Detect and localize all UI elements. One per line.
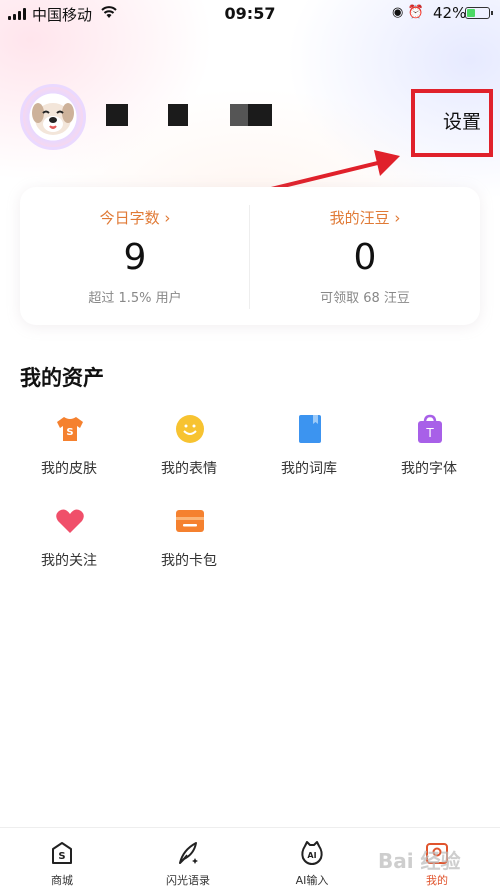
asset-emoji[interactable]: 我的表情 [139,414,239,494]
settings-label: 设置 [443,111,482,133]
smile-icon [176,415,204,443]
asset-follow[interactable]: 我的关注 [19,506,119,586]
beans-value: 0 [353,237,377,278]
battery-percent: 42% [433,4,467,22]
asset-lexicon[interactable]: 我的词库 [259,414,359,494]
nav-label: 闪光语录 [166,874,210,887]
battery-icon [465,7,493,19]
asset-label: 我的词库 [281,461,337,477]
watermark: Bai 经验 [378,849,461,873]
today-words-label: 今日字数 › [99,209,171,227]
beans-stat[interactable]: 我的汪豆 › 0 可领取 68 汪豆 [250,187,480,325]
asset-label: 我的字体 [401,461,457,477]
username-redacted [100,102,300,128]
status-bar: 中国移动 09:57 ◉ ⏰ 42% [0,0,500,28]
book-icon [299,415,321,443]
asset-label: 我的卡包 [161,553,217,569]
shopping-bag-icon: T [418,414,442,443]
nav-item-quotes[interactable]: 闪光语录 [153,838,223,889]
dog-avatar-icon [32,103,74,135]
nav-item-store[interactable]: S 商城 [27,838,97,889]
today-words-stat[interactable]: 今日字数 › 9 超过 1.5% 用户 [20,187,250,325]
ai-icon: AI [301,841,323,865]
svg-text:AI: AI [307,851,316,860]
svg-text:T: T [425,426,434,440]
asset-label: 我的表情 [161,461,217,477]
svg-text:S: S [58,851,65,862]
heart-icon [56,509,84,533]
quill-icon [179,842,198,864]
store-icon: S [52,842,72,864]
clock: 09:57 [224,4,276,23]
assets-section-title: 我的资产 [20,366,104,390]
nav-label: AI输入 [295,874,329,887]
asset-card[interactable]: 我的卡包 [139,506,239,586]
avatar[interactable] [20,84,86,150]
asset-skin[interactable]: S 我的皮肤 [19,414,119,494]
beans-sub: 可领取 68 汪豆 [320,291,410,306]
alarm-icon: ◉ ⏰ [392,5,424,20]
svg-text:S: S [66,427,73,438]
asset-font[interactable]: T 我的字体 [379,414,479,494]
nav-label: 商城 [51,874,73,887]
beans-label: 我的汪豆 › [329,209,401,227]
nav-item-ai-input[interactable]: AI AI输入 [277,838,347,889]
settings-button[interactable]: 设置 [411,89,493,157]
shirt-icon: S [57,417,83,441]
today-words-sub: 超过 1.5% 用户 [88,291,182,306]
asset-label: 我的关注 [41,553,97,569]
asset-label: 我的皮肤 [41,461,97,477]
stats-card: 今日字数 › 9 超过 1.5% 用户 我的汪豆 › 0 可领取 68 汪豆 [20,187,480,325]
today-words-value: 9 [123,237,147,278]
nav-label: 我的 [426,874,448,887]
wallet-icon [176,510,204,532]
